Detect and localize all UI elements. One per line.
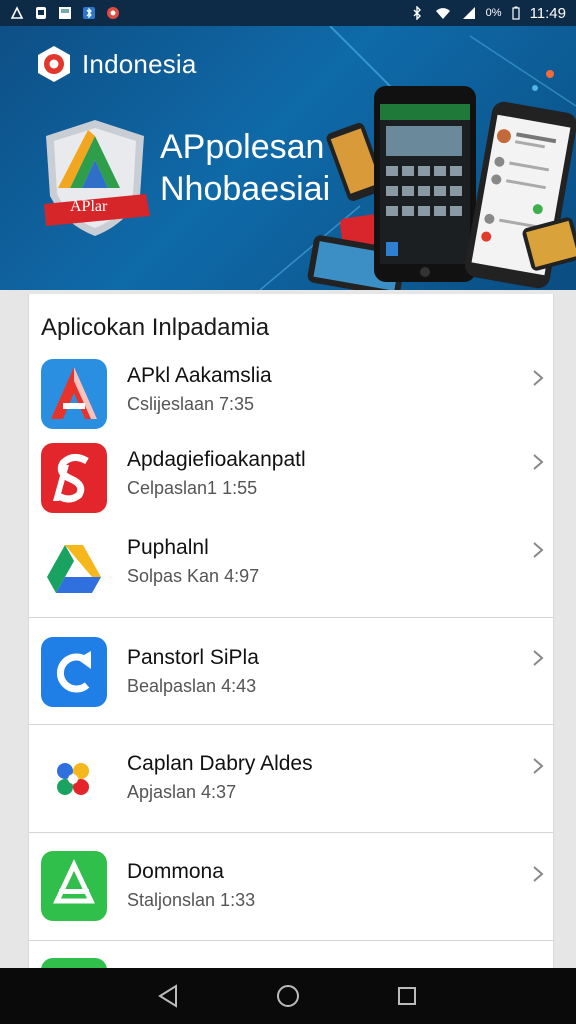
battery-percent: 0% bbox=[485, 7, 502, 19]
wifi-icon bbox=[435, 8, 450, 19]
notification-icon bbox=[10, 6, 24, 19]
colorful-app-icon bbox=[41, 745, 107, 815]
divider bbox=[29, 617, 553, 618]
app-row-3[interactable]: Puphalnl Solpas Kan 4:97 bbox=[29, 530, 553, 616]
clock: 11:49 bbox=[529, 4, 566, 22]
chevron-right-icon bbox=[533, 866, 544, 882]
app-name: Caplan Dabry Aldes bbox=[127, 752, 313, 775]
promo-banner[interactable]: Indonesia APlar APpolesan Nhobaesiai bbox=[0, 26, 576, 290]
chevron-right-icon bbox=[533, 542, 544, 558]
status-bar-left bbox=[10, 6, 120, 20]
recents-icon[interactable] bbox=[394, 983, 420, 1009]
status-bar: 0% 11:49 bbox=[0, 0, 576, 26]
red-s-app-icon bbox=[41, 443, 107, 513]
app-list-card: Aplicokan Inlpadamia APkl Aakamslia Csli… bbox=[28, 294, 554, 974]
app-subtitle: Celpaslan1 1:55 bbox=[127, 478, 258, 498]
app-row-6[interactable]: Dommona Staljonslan 1:33 bbox=[29, 848, 553, 936]
sim-icon bbox=[36, 7, 46, 19]
chevron-right-icon bbox=[533, 650, 544, 666]
phones-illustration bbox=[307, 86, 576, 290]
divider bbox=[29, 832, 553, 833]
blue-c-app-icon bbox=[41, 637, 107, 707]
battery-icon bbox=[511, 6, 520, 20]
app-name: APkl Aakamslia bbox=[127, 364, 272, 387]
red-a-app-icon bbox=[41, 359, 107, 429]
app-subtitle: Cslijeslaan 7:35 bbox=[127, 394, 255, 414]
brand-logo-icon bbox=[38, 46, 70, 82]
app-row-5[interactable]: Caplan Dabry Aldes Apjaslan 4:37 bbox=[29, 740, 553, 828]
bluetooth-icon bbox=[413, 6, 421, 20]
divider bbox=[29, 724, 553, 725]
status-bar-right: 0% 11:49 bbox=[410, 5, 566, 22]
signal-icon bbox=[462, 7, 475, 19]
app-row-4[interactable]: Panstorl SiPla Bealpaslan 4:43 bbox=[29, 634, 553, 722]
shield-icon bbox=[44, 120, 150, 236]
app-row-2[interactable]: Apdagiefioakanpatl Celpaslan1 1:55 bbox=[29, 442, 553, 528]
shield-label: APlar bbox=[70, 198, 108, 215]
app-name: Apdagiefioakanpatl bbox=[127, 448, 306, 471]
back-icon[interactable] bbox=[156, 983, 182, 1009]
bluetooth-icon bbox=[83, 7, 95, 19]
app-name: Puphalnl bbox=[127, 536, 209, 559]
image-icon bbox=[59, 7, 71, 19]
home-icon[interactable] bbox=[275, 983, 301, 1009]
brand-name: Indonesia bbox=[82, 48, 197, 79]
app-name: Dommona bbox=[127, 860, 224, 883]
app-name: Panstorl SiPla bbox=[127, 646, 259, 669]
app-subtitle: Bealpaslan 4:43 bbox=[127, 676, 257, 696]
navigation-bar bbox=[0, 968, 576, 1024]
chevron-right-icon bbox=[533, 454, 544, 470]
app-subtitle: Solpas Kan 4:97 bbox=[127, 566, 260, 586]
section-title: Aplicokan Inlpadamia bbox=[41, 314, 270, 341]
divider bbox=[29, 940, 553, 941]
brand: Indonesia bbox=[34, 44, 197, 84]
chevron-right-icon bbox=[533, 758, 544, 774]
drive-app-icon bbox=[41, 531, 107, 601]
shield-logo: APlar bbox=[36, 116, 154, 240]
app-row-1[interactable]: APkl Aakamslia Cslijeslaan 7:35 bbox=[29, 354, 553, 440]
app-icon bbox=[107, 7, 119, 19]
green-app-icon bbox=[41, 851, 107, 921]
app-subtitle: Apjaslan 4:37 bbox=[127, 782, 237, 802]
chevron-right-icon bbox=[533, 370, 544, 386]
app-subtitle: Staljonslan 1:33 bbox=[127, 890, 256, 910]
